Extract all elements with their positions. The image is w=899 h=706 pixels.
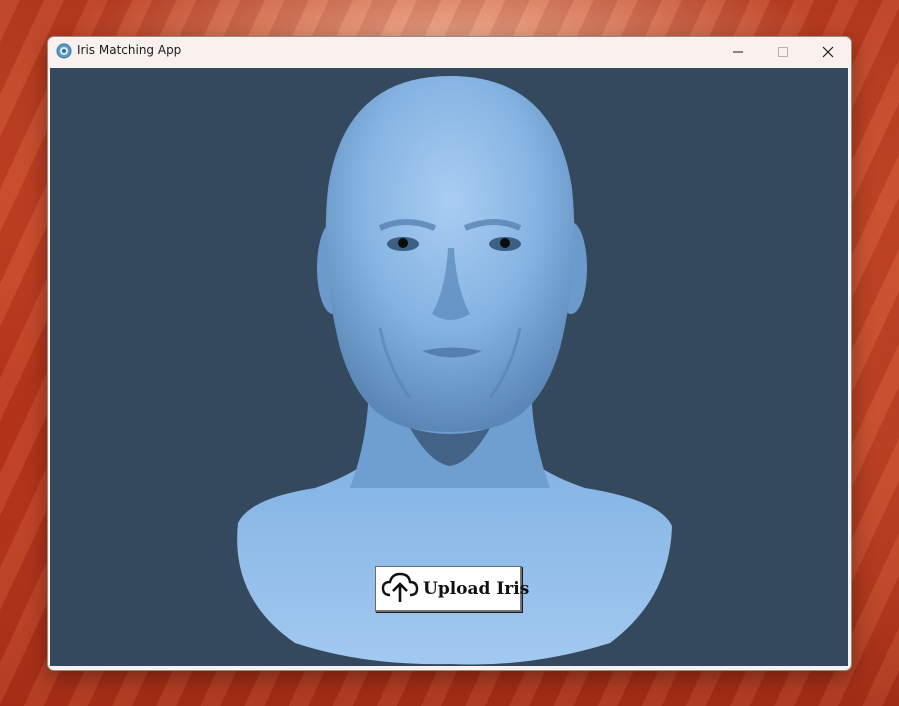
upload-iris-button[interactable]: Upload Iris [375,566,529,612]
close-icon [822,46,834,58]
title-bar[interactable]: Iris Matching App [48,37,851,67]
minimize-icon [732,46,744,58]
maximize-button[interactable] [760,37,806,67]
gear-globe-icon [56,43,72,59]
minimize-button[interactable] [715,37,761,67]
cloud-upload-icon [381,571,419,607]
window-title: Iris Matching App [77,43,182,57]
upload-button-label: Upload Iris [423,579,530,599]
close-button[interactable] [805,37,851,67]
maximize-icon [777,46,789,58]
app-window: Iris Matching App Upload Iris [47,36,852,671]
main-canvas: Upload Iris [50,68,848,666]
